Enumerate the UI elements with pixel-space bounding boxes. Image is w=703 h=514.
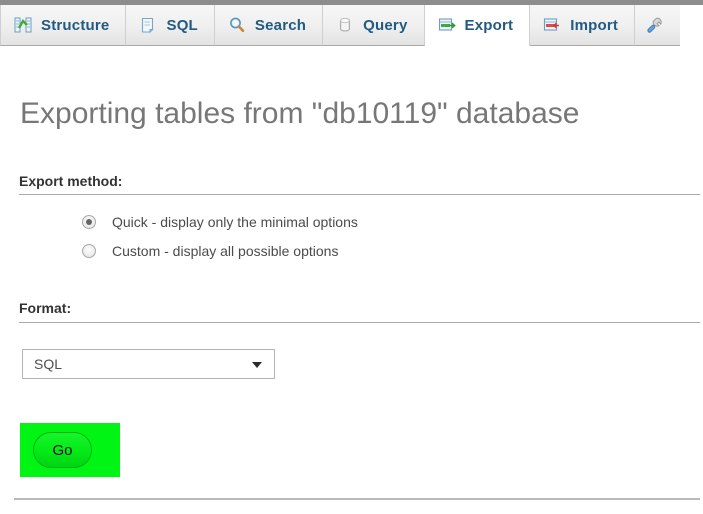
tab-query[interactable]: Query: [323, 5, 425, 46]
tab-import[interactable]: Import: [530, 5, 636, 46]
tab-export-label: Export: [464, 16, 514, 34]
go-button[interactable]: Go: [33, 432, 92, 468]
tab-search-label: Search: [254, 16, 307, 34]
go-button-label: Go: [52, 441, 73, 459]
import-icon: [543, 16, 561, 34]
tab-query-label: Query: [363, 16, 408, 34]
tab-sql[interactable]: SQL: [126, 5, 215, 46]
main-tab-bar: Structure SQL Search Query Export Import: [0, 0, 703, 46]
tab-search[interactable]: Search: [214, 5, 324, 46]
tab-structure[interactable]: Structure: [0, 5, 127, 46]
tab-operations[interactable]: [635, 5, 681, 46]
page-content: Exporting tables from "db10119" database…: [0, 46, 703, 514]
sql-icon: [139, 16, 157, 34]
bottom-divider: [14, 498, 700, 500]
tab-export[interactable]: Export: [424, 5, 531, 46]
radio-quick-input[interactable]: [82, 215, 96, 229]
format-legend: Format:: [19, 300, 72, 316]
format-select-value: SQL: [34, 356, 63, 372]
search-icon: [228, 16, 246, 34]
radio-custom-input[interactable]: [82, 244, 96, 258]
radio-quick-label: Quick - display only the minimal options: [112, 214, 358, 230]
export-method-divider: [19, 194, 700, 195]
format-divider: [19, 322, 700, 323]
tab-structure-label: Structure: [41, 16, 110, 34]
page-title: Exporting tables from "db10119" database: [20, 97, 580, 131]
format-select[interactable]: SQL: [22, 349, 275, 379]
radio-option-custom[interactable]: Custom - display all possible options: [82, 243, 338, 259]
export-icon: [438, 16, 456, 34]
query-icon: [336, 16, 354, 34]
radio-option-quick[interactable]: Quick - display only the minimal options: [82, 214, 358, 230]
chevron-down-icon: [252, 362, 262, 368]
tab-sql-label: SQL: [166, 16, 198, 34]
structure-icon: [14, 16, 32, 34]
radio-custom-label: Custom - display all possible options: [112, 243, 339, 259]
wrench-icon: [645, 16, 663, 34]
export-method-legend: Export method:: [19, 173, 123, 189]
tab-list: Structure SQL Search Query Export Import: [0, 5, 681, 46]
tab-import-label: Import: [570, 16, 619, 34]
